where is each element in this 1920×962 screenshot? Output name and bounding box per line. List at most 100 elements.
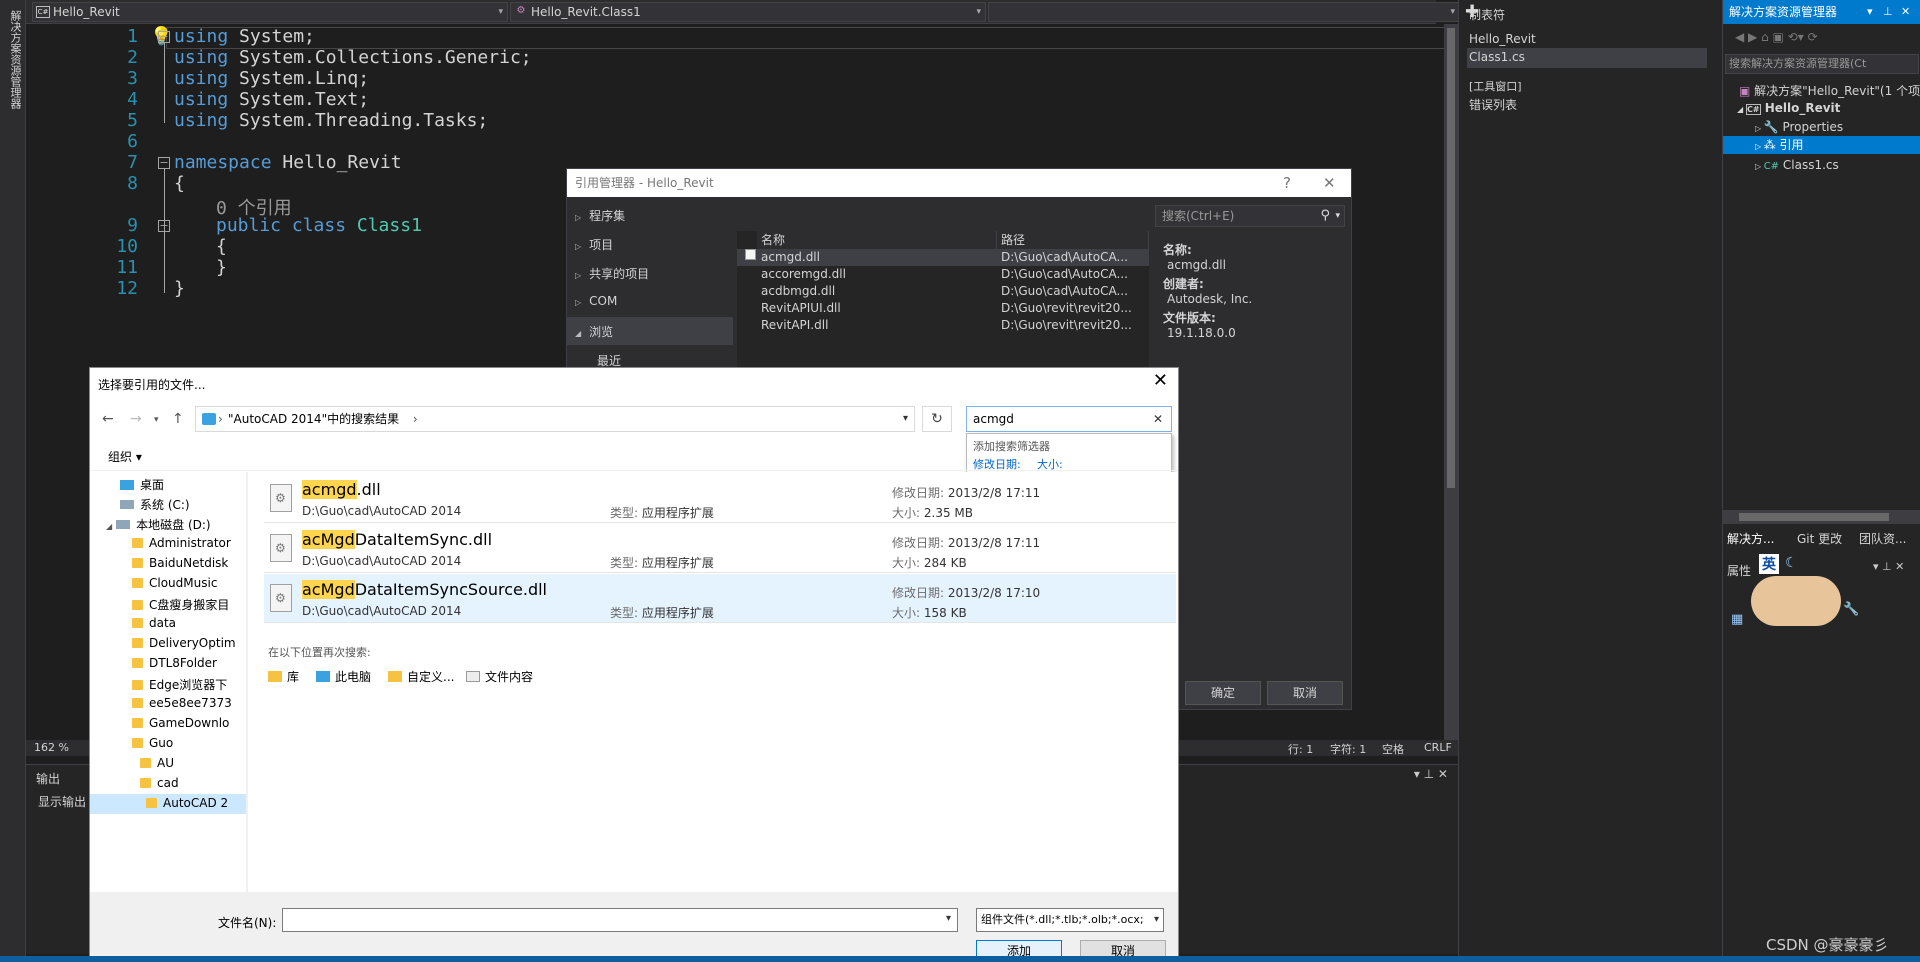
tree-node-folder[interactable]: cad: [140, 776, 179, 790]
pane-controls[interactable]: ▾ ⊥ ✕: [1873, 560, 1904, 573]
tree-node-folder[interactable]: CloudMusic: [132, 576, 217, 590]
chevron-down-icon[interactable]: ▾: [1867, 0, 1873, 24]
column-header-path[interactable]: 路径: [997, 231, 1149, 249]
dll-file-icon: [270, 534, 292, 562]
tree-properties[interactable]: ▷ 🔧 Properties: [1755, 120, 1843, 134]
address-bar[interactable]: › "AutoCAD 2014"中的搜索结果 › ▾: [195, 406, 915, 432]
organize-button[interactable]: 组织 ▾: [108, 448, 142, 465]
ime-indicator[interactable]: 英: [1759, 554, 1779, 574]
tree-node-folder[interactable]: DTL8Folder: [132, 656, 217, 670]
table-row[interactable]: acdbmgd.dll D:\Guo\cad\AutoCA...: [737, 283, 1149, 300]
tab-item-class1-bg[interactable]: Class1.cs: [1467, 48, 1707, 68]
filename-input[interactable]: ▾: [282, 908, 958, 932]
nav-shared-projects[interactable]: ▷ 共享的项目: [575, 265, 649, 282]
tree-node-folder[interactable]: AU: [140, 756, 174, 770]
row-checkbox[interactable]: [745, 249, 756, 260]
bottom-tab-solution[interactable]: 解决方...: [1727, 530, 1774, 547]
tree-node-folder[interactable]: data: [132, 616, 176, 630]
tree-node-folder[interactable]: BaiduNetdisk: [132, 556, 228, 570]
sol-toolbar-icons[interactable]: ◀ ▶ ⌂ ▣ ⟲▾ ⟳: [1735, 30, 1818, 44]
tab-item-project[interactable]: Hello_Revit: [1469, 32, 1536, 46]
wrench-icon[interactable]: 🔧: [1843, 602, 1859, 617]
tree-class1[interactable]: ▷ C# Class1.cs: [1755, 158, 1839, 172]
collapse-icon[interactable]: −: [158, 157, 170, 169]
filetype-select[interactable]: 组件文件(*.dll;*.tlb;*.olb;*.ocx; ▾: [976, 908, 1164, 932]
tree-node-d-drive[interactable]: ◢ 本地磁盘 (D:): [106, 516, 211, 533]
cancel-button[interactable]: 取消: [1267, 681, 1343, 705]
bottom-tab-team[interactable]: 团队资...: [1859, 530, 1906, 547]
nav-assemblies[interactable]: ▷ 程序集: [575, 207, 625, 224]
tree-node-folder[interactable]: Edge浏览器下: [132, 676, 227, 693]
search-location-custom[interactable]: 自定义...: [388, 668, 454, 685]
class-icon: ⚙: [516, 5, 526, 16]
collapse-icon[interactable]: −: [158, 31, 170, 43]
scrollbar-thumb[interactable]: [1739, 513, 1889, 521]
refresh-button[interactable]: ↻: [922, 406, 952, 432]
ok-button[interactable]: 确定: [1185, 681, 1261, 705]
tree-solution[interactable]: ▣ 解决方案"Hello_Revit"(1 个项: [1739, 82, 1920, 99]
close-icon[interactable]: ✕: [1153, 370, 1168, 391]
chevron-down-icon[interactable]: ▾: [1335, 206, 1340, 226]
tab-item-error-list[interactable]: 错误列表: [1469, 96, 1517, 113]
back-icon[interactable]: ←: [102, 411, 114, 427]
table-row[interactable]: accoremgd.dll D:\Guo\cad\AutoCA...: [737, 266, 1149, 283]
reference-search-box[interactable]: 搜索(Ctrl+E) ⚲ ▾: [1155, 205, 1345, 227]
zoom-level[interactable]: 162 %: [34, 741, 69, 754]
search-location-file-contents[interactable]: 文件内容: [466, 668, 533, 685]
tab-item-class1[interactable]: Class1.cs: [1469, 50, 1525, 64]
chevron-down-icon[interactable]: ▾: [903, 407, 908, 431]
tree-node-folder[interactable]: Guo: [132, 736, 173, 750]
tree-project[interactable]: ◢ C# Hello_Revit: [1737, 101, 1840, 115]
search-location-library[interactable]: 库: [268, 668, 299, 685]
list-item[interactable]: acMgdDataItemSyncSource.dll D:\Guo\cad\A…: [264, 574, 1176, 623]
tree-node-folder[interactable]: C盘瘦身搬家目: [132, 596, 229, 613]
nav-browse[interactable]: ◢ 浏览: [575, 323, 613, 340]
table-row[interactable]: RevitAPI.dll D:\Guo\revit\revit20...: [737, 317, 1149, 334]
chevron-down-icon[interactable]: ▾: [1154, 909, 1159, 931]
class-combo[interactable]: ⚙ Hello_Revit.Class1 ▾: [510, 2, 986, 22]
column-header-name[interactable]: 名称: [757, 231, 997, 249]
scrollbar-thumb[interactable]: [1447, 28, 1455, 488]
solution-explorer-tab[interactable]: 解决方案资源管理器: [7, 10, 23, 109]
search-location-this-pc[interactable]: 此电脑: [316, 668, 371, 685]
list-item[interactable]: acMgdDataItemSync.dll D:\Guo\cad\AutoCAD…: [264, 524, 1176, 573]
search-location-label: 文件内容: [485, 670, 534, 684]
sol-horizontal-scrollbar[interactable]: [1723, 510, 1920, 524]
help-button[interactable]: ?: [1283, 169, 1291, 197]
member-combo[interactable]: ▾: [988, 2, 1460, 22]
up-icon[interactable]: ↑: [172, 411, 184, 427]
tree-node-desktop[interactable]: 桌面: [120, 476, 164, 493]
tree-node-folder[interactable]: GameDownlo: [132, 716, 229, 730]
close-icon[interactable]: ✕: [1901, 0, 1910, 24]
left-tool-strip[interactable]: 解决方案资源管理器: [0, 0, 26, 962]
nav-com[interactable]: ▷ COM: [575, 294, 617, 308]
nav-projects[interactable]: ▷ 项目: [575, 236, 613, 253]
tree-node-selected-folder[interactable]: AutoCAD 2: [90, 794, 246, 814]
table-row[interactable]: RevitAPIUI.dll D:\Guo\revit\revit20...: [737, 300, 1149, 317]
list-item[interactable]: acmgd.dll D:\Guo\cad\AutoCAD 2014 类型: 应用…: [264, 474, 1176, 523]
clear-search-icon[interactable]: ✕: [1153, 407, 1163, 431]
search-icon[interactable]: ⚲: [1320, 206, 1330, 226]
chevron-down-icon[interactable]: ▾: [946, 913, 951, 924]
solution-search-box[interactable]: 搜索解决方案资源管理器(Ct: [1725, 54, 1919, 74]
tree-node-folder[interactable]: ee5e8ee7373: [132, 696, 232, 710]
file-search-input[interactable]: acmgd ✕: [966, 406, 1172, 432]
categorized-icon[interactable]: ▦: [1731, 612, 1743, 627]
collapse-icon[interactable]: −: [158, 220, 170, 232]
editor-vertical-scrollbar[interactable]: [1444, 24, 1458, 740]
keyword: using: [174, 68, 229, 89]
folder-tree[interactable]: 桌面 系统 (C:) ◢ 本地磁盘 (D:) Administrator Baid…: [90, 472, 246, 892]
bottom-tab-git[interactable]: Git 更改: [1797, 530, 1842, 547]
pin-icon[interactable]: ⊥: [1883, 0, 1893, 24]
tree-node-folder[interactable]: DeliveryOptim: [132, 636, 236, 650]
forward-icon[interactable]: →: [130, 411, 142, 427]
table-row[interactable]: acmgd.dll D:\Guo\cad\AutoCA...: [737, 249, 1149, 266]
close-button[interactable]: ✕: [1323, 169, 1336, 197]
recent-locations-icon[interactable]: ▾: [154, 415, 159, 425]
tree-references[interactable]: ▷ ⁂ 引用: [1723, 136, 1920, 154]
project-combo[interactable]: C# Hello_Revit ▾: [32, 2, 508, 22]
tree-node-folder[interactable]: Administrator: [132, 536, 231, 550]
tree-node-c-drive[interactable]: 系统 (C:): [120, 496, 190, 513]
moon-icon[interactable]: ☾: [1785, 555, 1798, 571]
pane-controls[interactable]: ▾ ⊥ ✕: [1414, 767, 1448, 781]
